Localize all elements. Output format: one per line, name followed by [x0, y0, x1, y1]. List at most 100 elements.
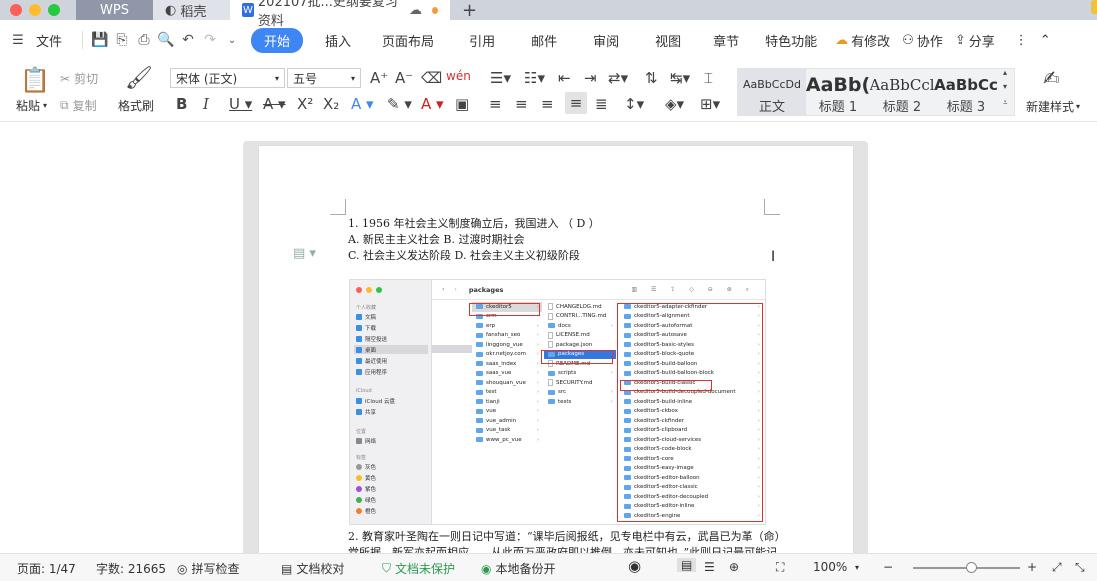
cut-button[interactable]: ✂ 剪切 — [60, 70, 98, 87]
fit-page-icon[interactable]: ⛶ — [776, 560, 784, 575]
page-indicator[interactable]: 页面: 1/47 — [17, 560, 76, 577]
zoom-out-icon[interactable]: − — [883, 560, 893, 574]
tab-page-layout[interactable]: 页面布局 — [365, 31, 451, 50]
superscript-icon[interactable]: X² — [297, 95, 313, 113]
print-preview-icon[interactable]: 🔍 — [155, 32, 177, 48]
tab-daoke[interactable]: ◐ 稻壳 — [153, 0, 230, 20]
fullscreen-icon[interactable]: ⤢ — [1052, 560, 1062, 575]
grow-font-icon[interactable]: A⁺ — [370, 69, 388, 87]
strikethrough-icon[interactable]: A ▾ — [263, 95, 286, 113]
minimize-window-button[interactable] — [29, 4, 41, 16]
tab-mail[interactable]: 邮件 — [513, 31, 575, 50]
align-right-icon[interactable]: ≡ — [541, 95, 554, 113]
pinyin-icon[interactable]: wén — [446, 69, 471, 83]
chevron-down-icon[interactable]: ⌄ — [221, 35, 243, 46]
format-painter-button[interactable]: 格式刷 — [118, 97, 154, 114]
redo-icon[interactable]: ↷ — [199, 32, 221, 48]
save-icon[interactable]: 💾 — [89, 32, 111, 48]
tab-reference[interactable]: 引用 — [451, 31, 513, 50]
tab-document[interactable]: W 202107批...史纲要复习资料 ☁ — [230, 0, 450, 29]
char-border-icon[interactable]: ▣ — [455, 95, 469, 113]
highlight-icon[interactable]: ✎ ▾ — [387, 95, 412, 113]
share-button[interactable]: ⇪ 分享 — [955, 31, 995, 50]
collapse-ribbon-icon[interactable]: ⌃ — [1040, 33, 1051, 48]
clear-format-icon[interactable]: ⌫ — [421, 69, 442, 87]
decrease-indent-icon[interactable]: ⇤ — [558, 69, 571, 87]
page-view-icon[interactable]: ▤ — [677, 558, 697, 572]
eye-protect-icon[interactable]: ◉ — [628, 557, 641, 575]
align-center-icon[interactable]: ≡ — [515, 95, 528, 113]
tab-view[interactable]: 视图 — [637, 31, 699, 50]
new-tab-button[interactable]: + — [450, 0, 489, 21]
backup-button[interactable]: ◉ 本地备份开 — [481, 560, 556, 577]
new-style-icon[interactable]: ✍ — [1043, 66, 1060, 90]
more-icon[interactable]: ⋮ — [1015, 33, 1028, 48]
tab-chapter[interactable]: 章节 — [699, 31, 753, 50]
line-spacing-icon[interactable]: ↕▾ — [624, 95, 644, 113]
export-pdf-icon[interactable]: ⎘ — [111, 32, 133, 48]
new-style-button[interactable]: 新建样式 ▾ — [1026, 98, 1080, 115]
zoom-level[interactable]: 100% — [813, 560, 847, 574]
subscript-icon[interactable]: X₂ — [323, 95, 339, 113]
modified-button[interactable]: ☁ 有修改 — [835, 31, 890, 50]
bold-icon[interactable]: B — [176, 95, 187, 113]
style-normal[interactable]: AaBbCcDd 正文 — [738, 69, 806, 115]
zoom-window-button[interactable] — [48, 4, 60, 16]
tab-features[interactable]: 特色功能 — [753, 31, 829, 50]
distribute-icon[interactable]: ≣ — [595, 95, 608, 113]
font-size-select[interactable]: 五号 ▾ — [287, 68, 361, 88]
word-count[interactable]: 字数: 21665 — [96, 560, 166, 577]
borders-icon[interactable]: ⊞▾ — [700, 95, 720, 113]
zoom-slider-handle[interactable] — [966, 562, 977, 573]
style-heading3[interactable]: AaBbCc 标题 3 — [934, 69, 998, 116]
outline-view-icon[interactable]: ☰ — [704, 560, 715, 574]
format-painter-icon[interactable]: 🖌 — [125, 66, 153, 91]
sort-icon[interactable]: ⇅ — [645, 69, 658, 87]
copy-icon: ⧉ — [60, 98, 69, 112]
protect-button[interactable]: ⛉ 文档未保护 — [382, 560, 455, 577]
styles-scroll-up-icon[interactable]: ▴ — [1003, 68, 1007, 77]
font-color-icon[interactable]: A ▾ — [421, 95, 444, 113]
zoom-in-icon[interactable]: + — [1027, 560, 1037, 574]
styles-scroll-down-icon[interactable]: ▾ — [1003, 82, 1007, 91]
style-heading2[interactable]: AaBbCcl 标题 2 — [870, 69, 934, 116]
style-heading1[interactable]: AaBb( 标题 1 — [806, 69, 870, 116]
tab-review[interactable]: 审阅 — [575, 31, 637, 50]
paste-icon[interactable]: 📋 — [20, 66, 50, 94]
line-direction-icon[interactable]: ↹▾ — [670, 69, 690, 87]
menu-file[interactable]: 文件 — [26, 31, 76, 50]
collapse-icon[interactable]: ⤡ — [1075, 560, 1085, 575]
shrink-font-icon[interactable]: A⁻ — [395, 69, 413, 87]
finder-fav-apps: 应用程序 — [354, 367, 428, 376]
zoom-dropdown-icon[interactable]: ▾ — [855, 563, 859, 572]
underline-icon[interactable]: U ▾ — [229, 95, 252, 113]
font-effect-icon[interactable]: A ▾ — [351, 95, 374, 113]
increase-indent-icon[interactable]: ⇥ — [584, 69, 597, 87]
justify-icon[interactable]: ≡ — [565, 92, 587, 114]
align-left-icon[interactable]: ≡ — [489, 95, 502, 113]
share-icon: ⇪ — [954, 32, 966, 48]
style-heading1-preview: AaBb( — [806, 73, 870, 96]
shading-icon[interactable]: ◈▾ — [665, 95, 684, 113]
hamburger-menu-icon[interactable]: ☰ — [10, 32, 26, 48]
collab-button[interactable]: ⚇ 协作 — [902, 31, 943, 50]
font-family-select[interactable]: 宋体 (正文) ▾ — [170, 68, 285, 88]
bullets-icon[interactable]: ☰▾ — [490, 69, 511, 87]
web-view-icon[interactable]: ⊕ — [729, 560, 739, 574]
proofread-button[interactable]: ▤ 文档校对 — [281, 560, 344, 577]
tab-insert[interactable]: 插入 — [311, 31, 365, 50]
paragraph-marks-icon[interactable]: ⌶ — [704, 69, 713, 87]
undo-icon[interactable]: ↶ — [177, 32, 199, 48]
tab-start[interactable]: 开始 — [251, 27, 304, 53]
copy-button[interactable]: ⧉ 复制 — [60, 97, 97, 114]
spell-check-button[interactable]: ◎ 拼写检查 — [177, 560, 240, 577]
doc-nav-icon[interactable]: ▤ ▾ — [293, 246, 316, 261]
numbering-icon[interactable]: ☷▾ — [524, 69, 545, 87]
tab-wps[interactable]: WPS — [76, 0, 153, 20]
close-window-button[interactable] — [10, 4, 22, 16]
styles-expand-icon[interactable]: ⩡ — [1003, 98, 1008, 108]
print-icon[interactable]: ⎙ — [133, 32, 155, 48]
italic-icon[interactable]: I — [203, 95, 209, 113]
paste-button[interactable]: 粘贴 ▾ — [16, 97, 47, 114]
chinese-layout-icon[interactable]: ⇄▾ — [608, 69, 628, 87]
